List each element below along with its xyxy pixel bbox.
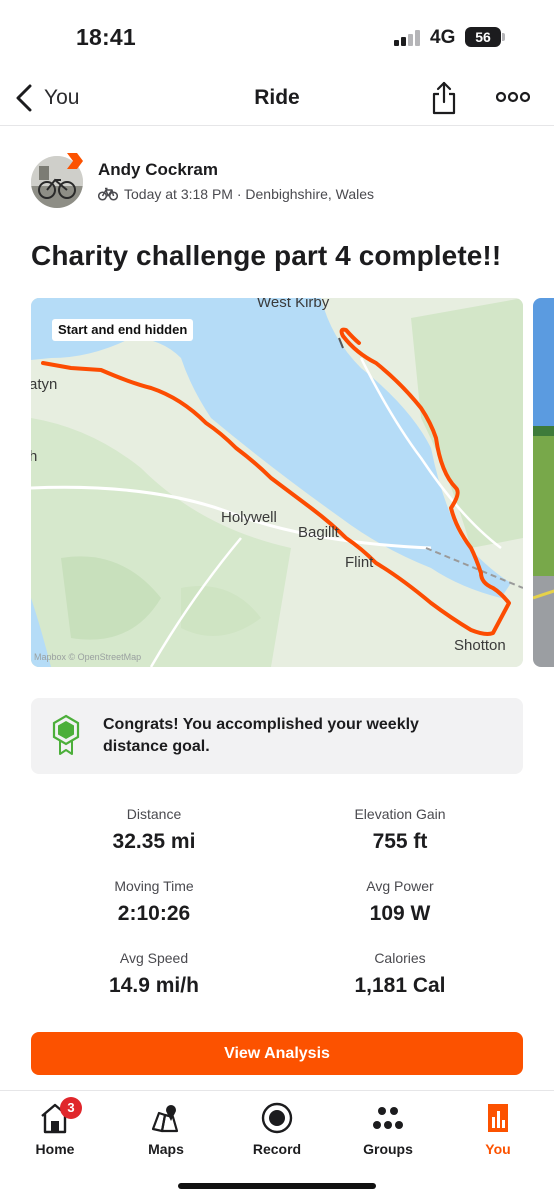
athlete-name[interactable]: Andy Cockram [98, 160, 218, 180]
stat-value: 755 ft [372, 830, 428, 853]
activity-meta-text: Today at 3:18 PM · Denbighshire, Wales [124, 186, 375, 202]
tab-maps[interactable]: Maps [126, 1099, 206, 1157]
hexagon-award-icon [52, 714, 80, 755]
status-bar: 18:41 4G 56 [0, 0, 554, 72]
home-indicator[interactable] [178, 1183, 376, 1189]
groups-icon [373, 1107, 403, 1129]
signal-icon [394, 30, 420, 46]
page-title: Ride [254, 86, 300, 109]
tab-label: Maps [148, 1141, 184, 1157]
map-attribution: Mapbox © OpenStreetMap [34, 652, 142, 662]
activity-title: Charity challenge part 4 complete!! [31, 240, 502, 271]
stat-distance: Distance 32.35 mi [54, 806, 254, 854]
stat-value: 2:10:26 [117, 902, 191, 925]
stat-avg-power: Avg Power 109 W [300, 878, 500, 926]
tab-label: You [485, 1141, 511, 1157]
stat-value: 32.35 mi [112, 830, 196, 853]
stat-label: Avg Speed [119, 950, 189, 966]
tab-you[interactable]: You [458, 1099, 538, 1157]
map-label-bagillt: Bagillt [298, 524, 339, 541]
map-label-west-kirby: West Kirby [257, 298, 330, 311]
tab-record[interactable]: Record [237, 1099, 317, 1157]
goal-banner[interactable]: Congrats! You accomplished your weekly d… [31, 698, 523, 774]
subscriber-badge-icon [67, 153, 83, 169]
map-label-holywell: Holywell [221, 509, 277, 526]
stat-avg-speed: Avg Speed 14.9 mi/h [54, 950, 254, 998]
stat-calories: Calories 1,181 Cal [300, 950, 500, 998]
record-icon [261, 1102, 293, 1134]
more-options-icon[interactable] [496, 90, 530, 104]
tab-label: Groups [363, 1141, 413, 1157]
status-time: 18:41 [76, 24, 136, 50]
tab-groups[interactable]: Groups [348, 1099, 428, 1157]
activity-photo [533, 298, 554, 667]
stats-icon [488, 1104, 508, 1132]
map-label-flint: Flint [345, 554, 374, 571]
stat-value: 1,181 Cal [354, 974, 446, 997]
map-label-atyn: atyn [31, 376, 58, 393]
stat-label: Distance [126, 806, 182, 822]
stat-label: Calories [374, 950, 426, 966]
stat-elevation-gain: Elevation Gain 755 ft [300, 806, 500, 854]
activity-photo-peek[interactable] [533, 298, 554, 667]
stat-label: Moving Time [114, 878, 194, 894]
activity-meta: Today at 3:18 PM · Denbighshire, Wales [98, 186, 374, 202]
nav-header: You Ride [0, 72, 554, 126]
tab-label: Home [35, 1141, 75, 1157]
stat-label: Avg Power [366, 878, 434, 894]
tab-label: Record [252, 1141, 302, 1157]
network-type: 4G [430, 27, 456, 48]
privacy-label: Start and end hidden [52, 319, 194, 341]
map-label-shotton: Shotton [454, 637, 506, 654]
stat-value: 109 W [369, 902, 431, 925]
view-analysis-button[interactable]: View Analysis [31, 1032, 523, 1075]
map-canvas [31, 298, 523, 667]
battery-icon: 56 [465, 27, 505, 47]
stat-moving-time: Moving Time 2:10:26 [54, 878, 254, 926]
notification-badge: 3 [60, 1097, 82, 1119]
share-icon[interactable] [430, 80, 458, 116]
tab-home[interactable]: 3 Home [15, 1097, 95, 1157]
bike-icon [98, 187, 118, 201]
route-map[interactable]: West Kirby atyn h Holywell Bagillt Flint… [31, 298, 523, 667]
map-label-h: h [31, 448, 38, 465]
goal-message: Congrats! You accomplished your weekly d… [103, 716, 419, 755]
stat-label: Elevation Gain [354, 806, 446, 822]
stat-value: 14.9 mi/h [109, 974, 199, 997]
map-pin-icon [151, 1105, 179, 1133]
battery-level: 56 [465, 27, 501, 47]
